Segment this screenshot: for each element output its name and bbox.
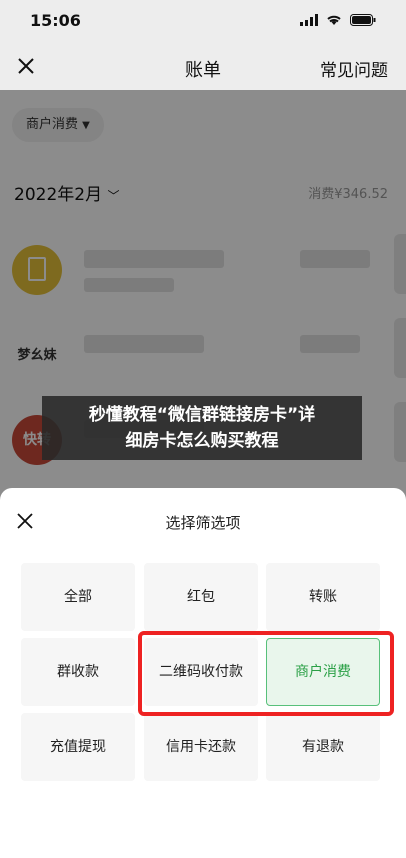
- caption-line: 细房卡怎么购买教程: [125, 431, 279, 451]
- wifi-icon: [327, 15, 341, 25]
- filter-option-merchant[interactable]: 商户消费: [266, 638, 380, 706]
- status-bar: 15:06: [0, 0, 406, 44]
- battery-icon: [350, 14, 376, 26]
- faq-link[interactable]: 常见问题: [320, 56, 388, 81]
- filter-option-credit-card[interactable]: 信用卡还款: [144, 713, 258, 781]
- filter-option-refund[interactable]: 有退款: [266, 713, 380, 781]
- signal-icon: [300, 14, 318, 26]
- caption-banner: 秒懂教程“微信群链接房卡”详 细房卡怎么购买教程: [42, 396, 362, 460]
- status-icons: [300, 14, 376, 26]
- status-time: 15:06: [30, 11, 81, 30]
- filter-option-all[interactable]: 全部: [21, 563, 135, 631]
- caption-line: 秒懂教程“微信群链接房卡”详: [88, 405, 316, 425]
- filter-option-qrcode[interactable]: 二维码收付款: [144, 638, 258, 706]
- filter-option-group-collect[interactable]: 群收款: [21, 638, 135, 706]
- filter-option-redpacket[interactable]: 红包: [144, 563, 258, 631]
- filter-option-transfer[interactable]: 转账: [266, 563, 380, 631]
- filter-option-topup[interactable]: 充值提现: [21, 713, 135, 781]
- sheet-title: 选择筛选项: [165, 514, 241, 532]
- nav-bar: 账单 常见问题: [0, 44, 406, 90]
